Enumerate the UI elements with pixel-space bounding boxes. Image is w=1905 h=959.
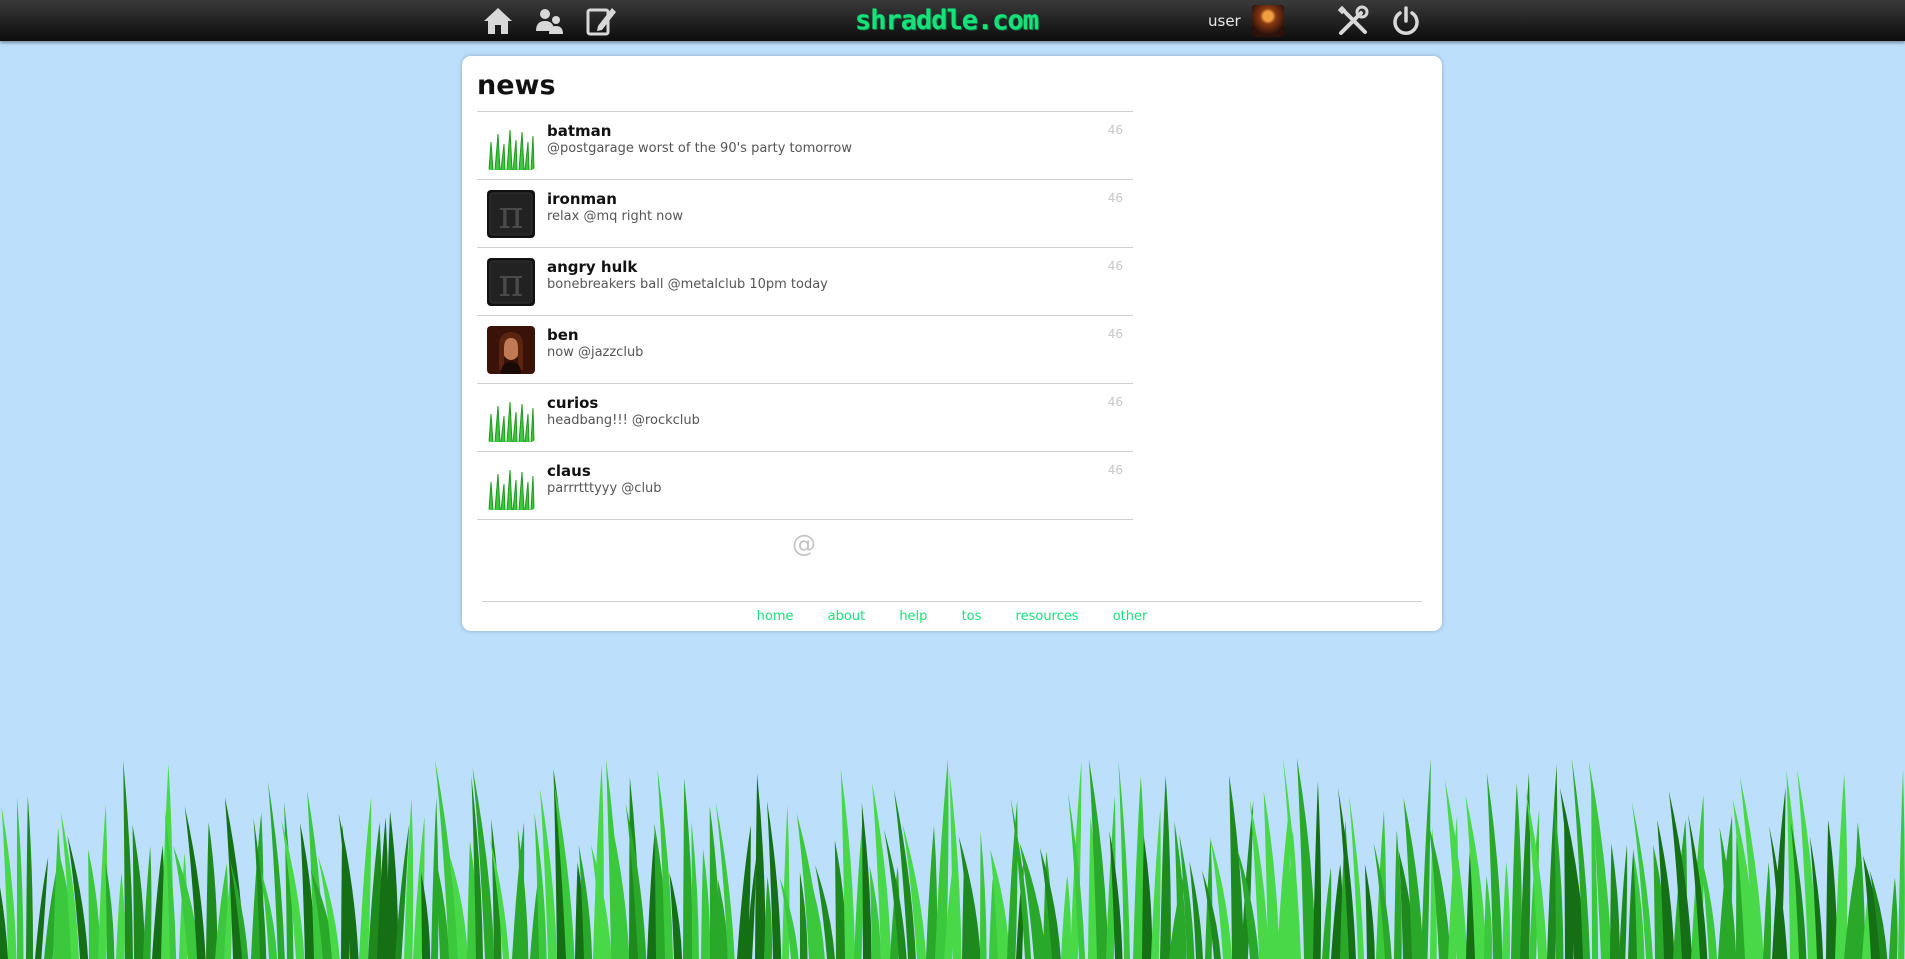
grass-blade xyxy=(1296,757,1316,959)
feed-username[interactable]: ben xyxy=(547,326,579,344)
feed-time: 46 xyxy=(1107,191,1123,205)
friends-icon[interactable] xyxy=(532,4,566,38)
grass-blade xyxy=(1619,844,1628,959)
power-icon[interactable] xyxy=(1389,4,1423,38)
grass-blade xyxy=(16,797,24,959)
grass-blade xyxy=(132,824,146,959)
footer-link-home[interactable]: home xyxy=(757,609,794,624)
grass-blade xyxy=(359,796,372,959)
feed-time: 46 xyxy=(1107,123,1123,137)
feed-text: now @jazzclub xyxy=(547,345,644,360)
grass-blade xyxy=(1826,819,1837,959)
grass-blade xyxy=(1142,836,1153,959)
photo-avatar-icon[interactable] xyxy=(487,326,535,374)
main-panel: news batman @postgarage worst of the 90'… xyxy=(462,56,1442,631)
grass-blade xyxy=(1394,829,1402,959)
page-title: news xyxy=(477,70,556,101)
feed-item[interactable]: claus parrrtttyyy @club 46 xyxy=(477,452,1133,520)
grass-blade xyxy=(1835,773,1848,959)
footer-link-help[interactable]: help xyxy=(899,609,927,624)
footer-links: home about help tos resources other xyxy=(462,609,1442,624)
svg-text:π: π xyxy=(499,193,524,237)
grass-blade xyxy=(1502,861,1511,959)
feed-time: 46 xyxy=(1107,327,1123,341)
grass-blade xyxy=(854,821,864,959)
grass-blade xyxy=(116,873,125,959)
feed-item[interactable]: π ironman relax @mq right now 46 xyxy=(477,180,1133,248)
feed-text: @postgarage worst of the 90's party tomo… xyxy=(547,141,852,156)
footer-link-resources[interactable]: resources xyxy=(1016,609,1079,624)
grass-blade xyxy=(958,836,981,959)
grass-avatar-icon[interactable] xyxy=(487,122,535,170)
grass-blade xyxy=(1322,867,1332,959)
footer-link-other[interactable]: other xyxy=(1113,609,1148,624)
grass-blade xyxy=(683,778,693,959)
footer-link-about[interactable]: about xyxy=(828,609,866,624)
grass-blade xyxy=(1484,875,1493,959)
grass-blade xyxy=(926,825,938,959)
footer-divider xyxy=(482,601,1422,602)
grass-blade xyxy=(143,846,152,959)
feed-text: headbang!!! @rockclub xyxy=(547,413,700,428)
user-name[interactable]: user xyxy=(1208,12,1241,30)
feed-username[interactable]: ironman xyxy=(547,190,617,208)
grass-blade xyxy=(1313,781,1322,959)
feed-username[interactable]: claus xyxy=(547,462,591,480)
news-feed: batman @postgarage worst of the 90's par… xyxy=(477,111,1133,520)
grass-blade xyxy=(1160,775,1171,959)
grass-avatar-icon[interactable] xyxy=(487,462,535,510)
feed-text: bonebreakers ball @metalclub 10pm today xyxy=(547,277,828,292)
grass-blade xyxy=(105,862,115,959)
grass-blade xyxy=(1889,877,1898,959)
grass-blade xyxy=(1007,800,1018,959)
grass-blade xyxy=(26,795,33,959)
feed-text: parrrtttyyy @club xyxy=(547,481,662,496)
feed-username[interactable]: angry hulk xyxy=(547,258,637,276)
grass-blade xyxy=(1520,772,1531,959)
user-avatar[interactable] xyxy=(1252,5,1284,37)
pi-avatar-icon[interactable]: π xyxy=(487,190,535,238)
grass-blade xyxy=(861,802,872,959)
svg-text:π: π xyxy=(499,261,524,305)
grass-blade xyxy=(206,822,218,959)
grass-blade xyxy=(1763,861,1772,959)
feed-time: 46 xyxy=(1107,395,1123,409)
grass-blade xyxy=(1151,809,1161,959)
home-icon[interactable] xyxy=(481,4,515,38)
grass-blade xyxy=(701,848,711,959)
grass-blade xyxy=(980,831,987,959)
feed-item[interactable]: π angry hulk bonebreakers ball @metalclu… xyxy=(477,248,1133,316)
grass-blade xyxy=(421,872,431,959)
grass-decoration xyxy=(0,755,1905,959)
grass-blade xyxy=(1898,769,1905,959)
grass-blade xyxy=(1061,875,1071,959)
grass-blade xyxy=(88,849,101,959)
grass-blade xyxy=(1421,758,1431,959)
settings-icon[interactable] xyxy=(1336,4,1370,38)
footer-link-tos[interactable]: tos xyxy=(962,609,982,624)
feed-item[interactable]: ben now @jazzclub 46 xyxy=(477,316,1133,384)
pi-avatar-icon[interactable]: π xyxy=(487,258,535,306)
feed-username[interactable]: curios xyxy=(547,394,598,412)
top-bar: shraddle.com user xyxy=(0,0,1905,41)
feed-time: 46 xyxy=(1107,463,1123,477)
feed-text: relax @mq right now xyxy=(547,209,684,224)
mention-button[interactable]: @ xyxy=(792,530,816,558)
feed-time: 46 xyxy=(1107,259,1123,273)
site-logo[interactable]: shraddle.com xyxy=(855,5,1039,36)
grass-avatar-icon[interactable] xyxy=(487,394,535,442)
grass-blade xyxy=(1610,843,1620,959)
feed-item[interactable]: batman @postgarage worst of the 90's par… xyxy=(477,112,1133,180)
feed-username[interactable]: batman xyxy=(547,122,611,140)
grass-blade xyxy=(386,811,399,959)
grass-blade xyxy=(1511,783,1522,959)
grass-blade xyxy=(782,805,790,959)
grass-blade xyxy=(691,821,699,959)
feed-item[interactable]: curios headbang!!! @rockclub 46 xyxy=(477,384,1133,452)
grass-blade xyxy=(1364,864,1375,959)
compose-icon[interactable] xyxy=(584,4,618,38)
grass-blade xyxy=(755,773,766,959)
